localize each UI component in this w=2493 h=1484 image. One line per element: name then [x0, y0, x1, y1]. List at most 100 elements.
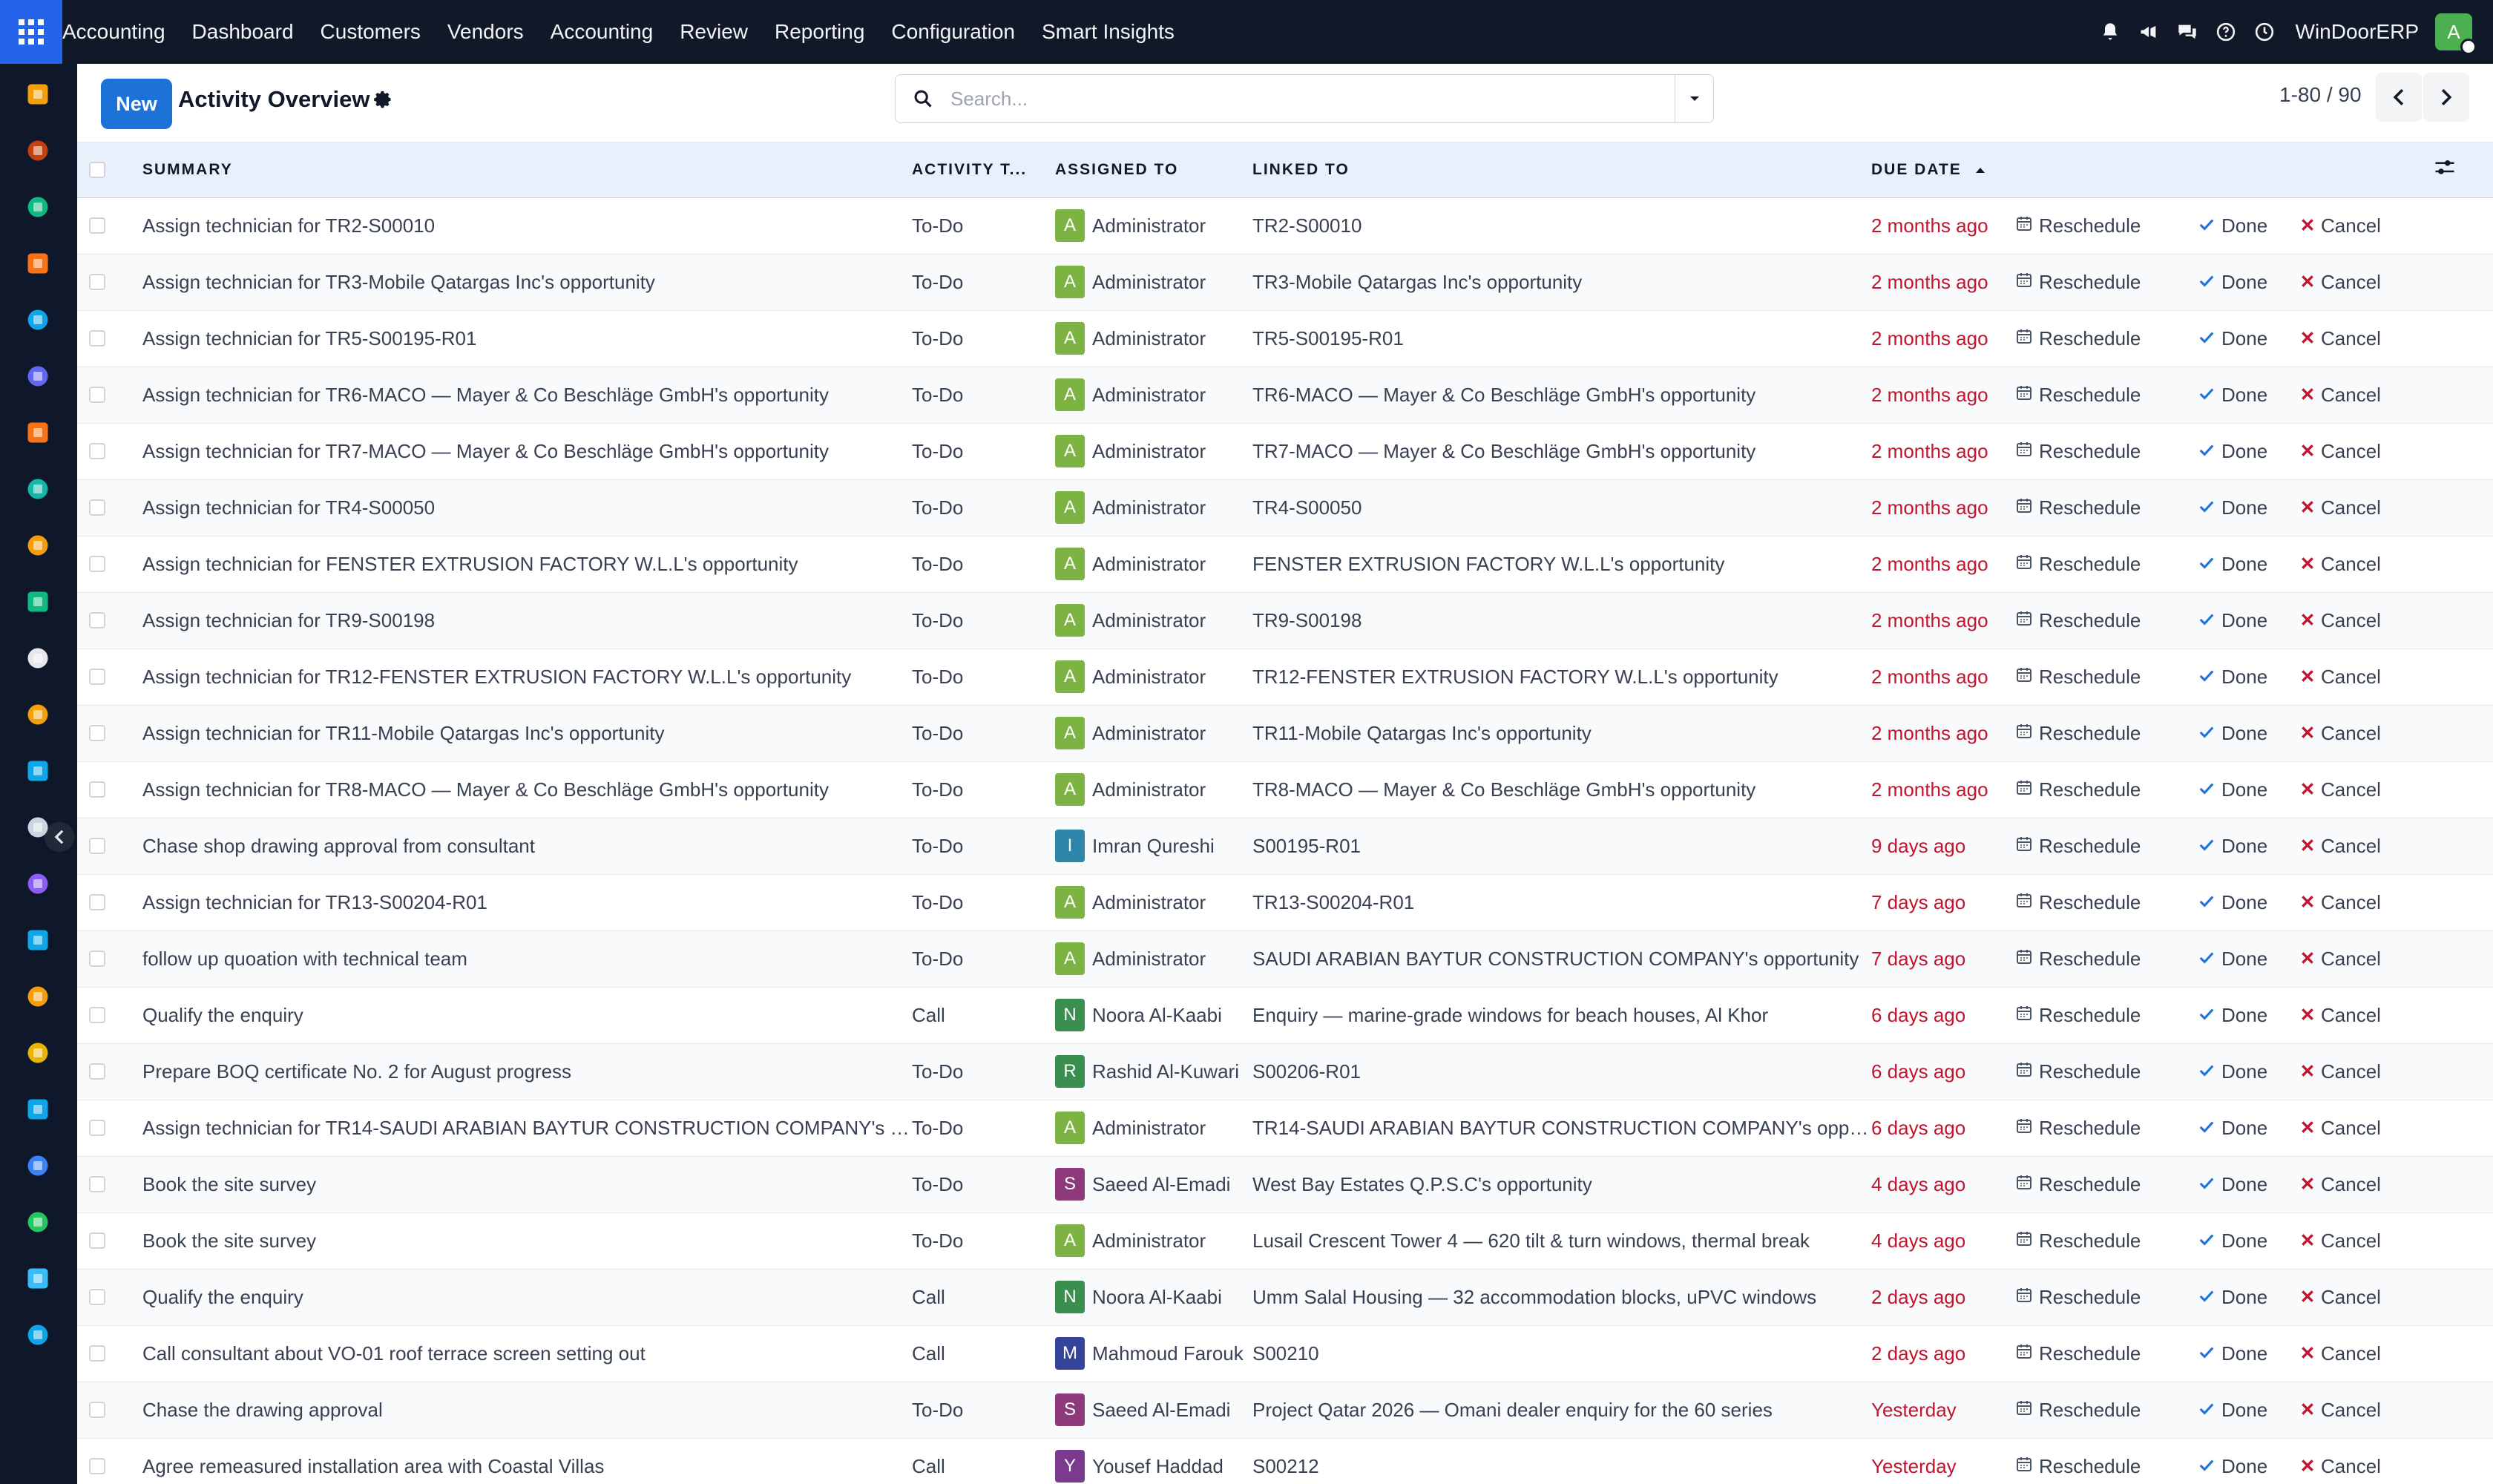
done-button[interactable]: Done [2198, 1325, 2300, 1382]
linked-record[interactable]: West Bay Estates Q.P.S.C's opportunity [1252, 1156, 1871, 1212]
activity-summary[interactable]: Assign technician for TR11-Mobile Qatarg… [142, 705, 912, 761]
reschedule-button[interactable]: Reschedule [2015, 592, 2198, 649]
table-row[interactable]: Assign technician for TR11-Mobile Qatarg… [77, 705, 2493, 761]
cancel-button[interactable]: Cancel [2300, 1325, 2434, 1382]
linked-record[interactable]: Enquiry — marine-grade windows for beach… [1252, 987, 1871, 1043]
table-row[interactable]: Assign technician for TR14-SAUDI ARABIAN… [77, 1100, 2493, 1156]
row-checkbox[interactable] [77, 930, 142, 987]
row-checkbox[interactable] [77, 536, 142, 592]
table-row[interactable]: Chase the drawing approval To-Do S Saeed Al… [77, 1382, 2493, 1438]
done-button[interactable]: Done [2198, 367, 2300, 423]
activity-summary[interactable]: Assign technician for TR4-S00050 [142, 479, 912, 536]
menu-item-vendors[interactable]: Vendors [434, 0, 537, 64]
reschedule-button[interactable]: Reschedule [2015, 818, 2198, 874]
reschedule-button[interactable]: Reschedule [2015, 536, 2198, 592]
project-app-icon[interactable] [22, 755, 53, 787]
done-button[interactable]: Done [2198, 818, 2300, 874]
activity-summary[interactable]: Assign technician for TR7-MACO — Mayer &… [142, 423, 912, 479]
reschedule-button[interactable]: Reschedule [2015, 479, 2198, 536]
timesheet-app-icon[interactable] [22, 1263, 53, 1294]
done-button[interactable]: Done [2198, 1382, 2300, 1438]
assigned-user[interactable]: I Imran Qureshi [1055, 818, 1252, 874]
table-row[interactable]: Assign technician for TR3-Mobile Qatarga… [77, 254, 2493, 310]
reschedule-button[interactable]: Reschedule [2015, 1382, 2198, 1438]
reschedule-button[interactable]: Reschedule [2015, 649, 2198, 705]
done-button[interactable]: Done [2198, 1269, 2300, 1325]
done-button[interactable]: Done [2198, 310, 2300, 367]
row-checkbox[interactable] [77, 1156, 142, 1212]
row-checkbox[interactable] [77, 1269, 142, 1325]
row-checkbox[interactable] [77, 254, 142, 310]
linked-record[interactable]: TR9-S00198 [1252, 592, 1871, 649]
menu-item-configuration[interactable]: Configuration [878, 0, 1028, 64]
activity-summary[interactable]: Assign technician for TR3-Mobile Qatarga… [142, 254, 912, 310]
linked-record[interactable]: TR6-MACO — Mayer & Co Beschläge GmbH's o… [1252, 367, 1871, 423]
assigned-user[interactable]: A Administrator [1055, 874, 1252, 930]
menu-item-smart-insights[interactable]: Smart Insights [1028, 0, 1188, 64]
linked-record[interactable]: Lusail Crescent Tower 4 — 620 tilt & tur… [1252, 1212, 1871, 1269]
assigned-user[interactable]: A Administrator [1055, 479, 1252, 536]
assigned-user[interactable]: A Administrator [1055, 310, 1252, 367]
done-button[interactable]: Done [2198, 536, 2300, 592]
assigned-user[interactable]: A Administrator [1055, 254, 1252, 310]
reschedule-button[interactable]: Reschedule [2015, 197, 2198, 254]
done-button[interactable]: Done [2198, 1212, 2300, 1269]
activity-summary[interactable]: Book the site survey [142, 1212, 912, 1269]
user-avatar[interactable]: A [2435, 13, 2477, 55]
table-row[interactable]: Assign technician for TR8-MACO — Mayer &… [77, 761, 2493, 818]
done-button[interactable]: Done [2198, 479, 2300, 536]
cancel-button[interactable]: Cancel [2300, 761, 2434, 818]
assigned-user[interactable]: A Administrator [1055, 423, 1252, 479]
row-checkbox[interactable] [77, 1382, 142, 1438]
reschedule-button[interactable]: Reschedule [2015, 1100, 2198, 1156]
reporting-app-icon[interactable] [22, 79, 53, 110]
assigned-user[interactable]: N Noora Al-Kaabi [1055, 1269, 1252, 1325]
table-row[interactable]: Assign technician for TR5-S00195-R01 To-D… [77, 310, 2493, 367]
row-checkbox[interactable] [77, 1438, 142, 1484]
reporting-app-icon[interactable] [22, 530, 53, 561]
optional-columns-toggle[interactable] [2434, 142, 2493, 198]
row-checkbox[interactable] [77, 1325, 142, 1382]
activity-summary[interactable]: Qualify the enquiry [142, 1269, 912, 1325]
activity-summary[interactable]: Assign technician for TR14-SAUDI ARABIAN… [142, 1100, 912, 1156]
table-row[interactable]: Book the site survey To-Do S Saeed Al-Emadi… [77, 1156, 2493, 1212]
cancel-button[interactable]: Cancel [2300, 1212, 2434, 1269]
linked-record[interactable]: TR5-S00195-R01 [1252, 310, 1871, 367]
reschedule-button[interactable]: Reschedule [2015, 705, 2198, 761]
done-button[interactable]: Done [2198, 1156, 2300, 1212]
cancel-button[interactable]: Cancel [2300, 987, 2434, 1043]
done-button[interactable]: Done [2198, 874, 2300, 930]
row-checkbox[interactable] [77, 649, 142, 705]
assigned-user[interactable]: Y Yousef Haddad [1055, 1438, 1252, 1484]
done-button[interactable]: Done [2198, 987, 2300, 1043]
table-row[interactable]: Assign technician for TR12-FENSTER EXTRU… [77, 649, 2493, 705]
table-row[interactable]: Call consultant about VO-01 roof terrace… [77, 1325, 2493, 1382]
table-row[interactable]: Assign technician for TR13-S00204-R01 To-… [77, 874, 2493, 930]
menu-item-review[interactable]: Review [666, 0, 761, 64]
new-button[interactable]: New [101, 79, 172, 129]
chat-app-icon[interactable] [22, 417, 53, 448]
table-row[interactable]: Chase shop drawing approval from consult… [77, 818, 2493, 874]
row-checkbox[interactable] [77, 423, 142, 479]
cancel-button[interactable]: Cancel [2300, 649, 2434, 705]
search-input[interactable] [950, 87, 1675, 111]
cancel-button[interactable]: Cancel [2300, 423, 2434, 479]
linked-record[interactable]: S00206-R01 [1252, 1043, 1871, 1100]
menu-item-dashboard[interactable]: Dashboard [179, 0, 307, 64]
row-checkbox[interactable] [77, 197, 142, 254]
select-all-checkbox[interactable] [77, 142, 142, 198]
row-checkbox[interactable] [77, 310, 142, 367]
activity-summary[interactable]: Book the site survey [142, 1156, 912, 1212]
pager-previous-button[interactable] [2376, 73, 2422, 122]
website-app-icon[interactable] [22, 304, 53, 335]
whatsapp-app-icon[interactable] [22, 1206, 53, 1238]
reschedule-button[interactable]: Reschedule [2015, 423, 2198, 479]
linked-record[interactable]: TR2-S00010 [1252, 197, 1871, 254]
activity-summary[interactable]: Call consultant about VO-01 roof terrace… [142, 1325, 912, 1382]
discuss-app-icon[interactable] [22, 248, 53, 279]
menu-item-accounting[interactable]: Accounting [537, 0, 667, 64]
linked-record[interactable]: TR3-Mobile Qatargas Inc's opportunity [1252, 254, 1871, 310]
reschedule-button[interactable]: Reschedule [2015, 1325, 2198, 1382]
image-app-icon[interactable] [22, 135, 53, 166]
clock-icon[interactable] [2245, 0, 2284, 64]
